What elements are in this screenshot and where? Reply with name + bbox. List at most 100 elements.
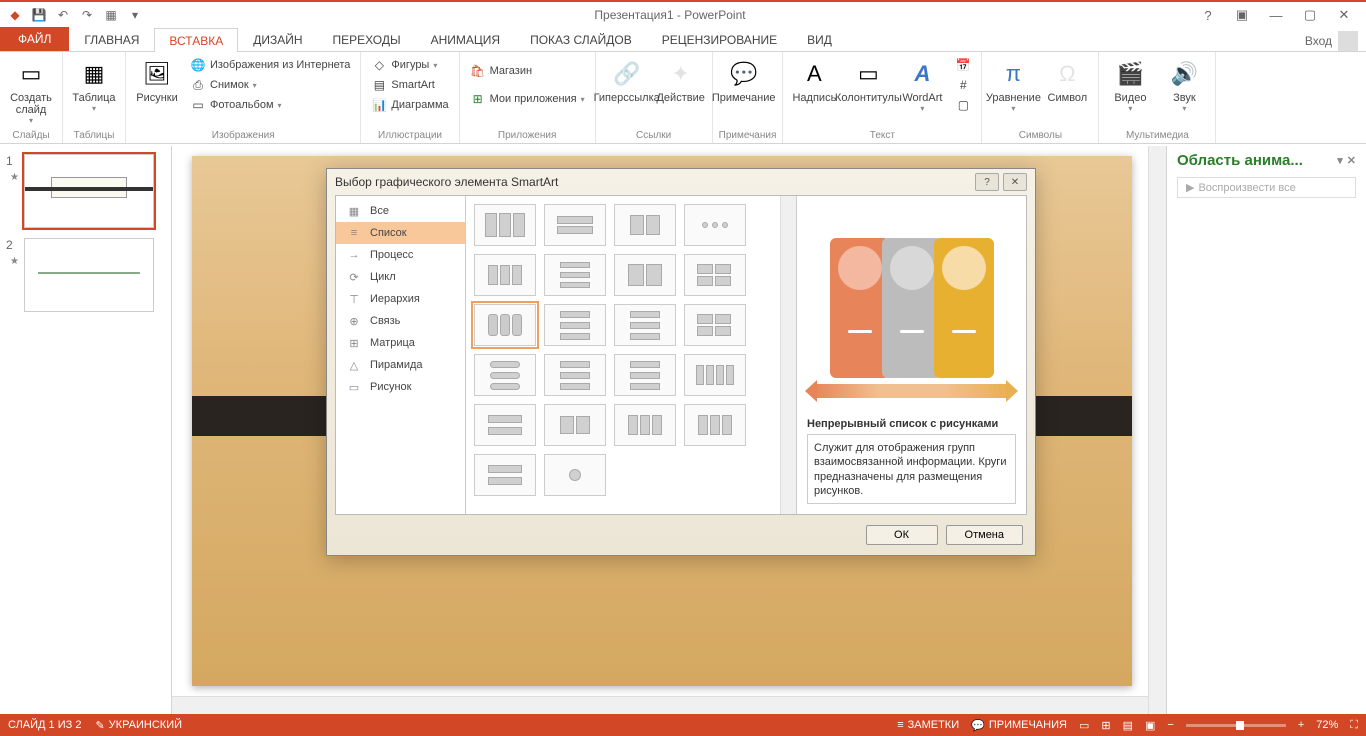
pane-close-icon[interactable]: ✕ <box>1347 154 1356 167</box>
horizontal-scrollbar[interactable] <box>172 696 1148 714</box>
undo-icon[interactable]: ↶ <box>52 4 74 26</box>
qat-customize-icon[interactable]: ▾ <box>124 4 146 26</box>
slide-thumbnail-1[interactable] <box>24 154 154 228</box>
save-icon[interactable]: 💾 <box>28 4 50 26</box>
online-pictures-button[interactable]: 🌐Изображения из Интернета <box>186 56 354 74</box>
comments-button[interactable]: 💬ПРИМЕЧАНИЯ <box>971 719 1067 732</box>
smartart-button[interactable]: ▤SmartArt <box>367 76 452 94</box>
date-button[interactable]: 📅 <box>951 56 975 74</box>
dialog-titlebar[interactable]: Выбор графического элемента SmartArt ? ✕ <box>327 169 1035 195</box>
screenshot-button[interactable]: ⎙Снимок ▾ <box>186 76 354 94</box>
tab-transitions[interactable]: ПЕРЕХОДЫ <box>318 27 416 51</box>
wordart-button[interactable]: A WordArt ▾ <box>897 56 947 115</box>
layout-option[interactable] <box>684 354 746 396</box>
textbox-button[interactable]: A Надпись <box>789 56 839 106</box>
layout-option[interactable] <box>684 254 746 296</box>
category-matrix[interactable]: ⊞Матрица <box>336 332 465 354</box>
slide-number-button[interactable]: # <box>951 76 975 94</box>
fit-to-window-icon[interactable]: ⛶ <box>1350 719 1358 732</box>
category-relationship[interactable]: ⊕Связь <box>336 310 465 332</box>
layout-option[interactable] <box>614 204 676 246</box>
layout-option[interactable] <box>684 404 746 446</box>
thumbnail-row[interactable]: 1 ★ <box>6 154 165 228</box>
tab-design[interactable]: ДИЗАЙН <box>238 27 317 51</box>
layout-option[interactable] <box>614 254 676 296</box>
dialog-close-icon[interactable]: ✕ <box>1003 173 1027 191</box>
slide-counter[interactable]: СЛАЙД 1 ИЗ 2 <box>8 719 81 731</box>
slide-thumbnail-2[interactable] <box>24 238 154 312</box>
layout-option[interactable] <box>544 354 606 396</box>
layout-option[interactable] <box>614 304 676 346</box>
ribbon-options-icon[interactable]: ▣ <box>1228 3 1256 27</box>
comment-button[interactable]: 💬 Примечание <box>719 56 769 106</box>
avatar-icon[interactable] <box>1338 31 1358 51</box>
sorter-view-icon[interactable]: ⊞ <box>1101 719 1110 732</box>
zoom-out-icon[interactable]: − <box>1167 719 1173 731</box>
layout-option[interactable] <box>544 204 606 246</box>
reading-view-icon[interactable]: ▤ <box>1123 719 1133 732</box>
layout-option[interactable] <box>474 204 536 246</box>
category-picture[interactable]: ▭Рисунок <box>336 376 465 398</box>
minimize-icon[interactable]: — <box>1262 3 1290 27</box>
audio-button[interactable]: 🔊 Звук ▾ <box>1159 56 1209 115</box>
layout-option[interactable] <box>614 404 676 446</box>
layout-option-selected[interactable] <box>474 304 536 346</box>
layout-option[interactable] <box>614 354 676 396</box>
tab-animations[interactable]: АНИМАЦИЯ <box>416 27 515 51</box>
redo-icon[interactable]: ↷ <box>76 4 98 26</box>
tab-insert[interactable]: ВСТАВКА <box>154 28 238 52</box>
category-process[interactable]: →Процесс <box>336 244 465 266</box>
photo-album-button[interactable]: ▭Фотоальбом ▾ <box>186 96 354 114</box>
layout-option[interactable] <box>474 254 536 296</box>
layout-option[interactable] <box>474 354 536 396</box>
pictures-button[interactable]: 🖼 Рисунки <box>132 56 182 106</box>
file-tab[interactable]: ФАЙЛ <box>0 27 69 51</box>
tab-home[interactable]: ГЛАВНАЯ <box>69 27 154 51</box>
object-button[interactable]: ▢ <box>951 96 975 114</box>
layout-option[interactable] <box>474 404 536 446</box>
zoom-in-icon[interactable]: + <box>1298 719 1304 731</box>
tab-view[interactable]: ВИД <box>792 27 847 51</box>
equation-button[interactable]: π Уравнение ▾ <box>988 56 1038 115</box>
category-hierarchy[interactable]: ⊤Иерархия <box>336 288 465 310</box>
chart-button[interactable]: 📊Диаграмма <box>367 96 452 114</box>
normal-view-icon[interactable]: ▭ <box>1079 719 1089 732</box>
layout-option[interactable] <box>684 304 746 346</box>
layout-option[interactable] <box>474 454 536 496</box>
shapes-button[interactable]: ◇Фигуры ▾ <box>367 56 452 74</box>
play-all-button[interactable]: ▶ Воспроизвести все <box>1177 177 1356 198</box>
vertical-scrollbar[interactable] <box>1148 146 1166 714</box>
zoom-slider[interactable] <box>1186 724 1286 727</box>
category-pyramid[interactable]: △Пирамида <box>336 354 465 376</box>
notes-button[interactable]: ≡ЗАМЕТКИ <box>897 719 959 731</box>
layout-option[interactable] <box>544 254 606 296</box>
category-cycle[interactable]: ⟳Цикл <box>336 266 465 288</box>
layout-option[interactable] <box>544 454 606 496</box>
my-apps-button[interactable]: ⊞Мои приложения ▾ <box>466 90 589 108</box>
close-icon[interactable]: ✕ <box>1330 3 1358 27</box>
app-icon[interactable]: ◆ <box>4 4 26 26</box>
pane-menu-icon[interactable]: ▾ <box>1337 154 1343 167</box>
tab-slideshow[interactable]: ПОКАЗ СЛАЙДОВ <box>515 27 647 51</box>
layout-option[interactable] <box>684 204 746 246</box>
layout-option[interactable] <box>544 404 606 446</box>
video-button[interactable]: 🎬 Видео ▾ <box>1105 56 1155 115</box>
layout-option[interactable] <box>544 304 606 346</box>
help-icon[interactable]: ? <box>1194 3 1222 27</box>
language-indicator[interactable]: ✎УКРАИНСКИЙ <box>95 719 182 732</box>
dialog-help-icon[interactable]: ? <box>975 173 999 191</box>
category-list-item[interactable]: ≡Список <box>336 222 465 244</box>
zoom-level[interactable]: 72% <box>1316 719 1338 731</box>
table-button[interactable]: ▦ Таблица ▾ <box>69 56 119 115</box>
start-from-beginning-icon[interactable]: ▦ <box>100 4 122 26</box>
store-button[interactable]: 🛍Магазин <box>466 62 589 80</box>
slideshow-view-icon[interactable]: ▣ <box>1145 719 1155 732</box>
ok-button[interactable]: ОК <box>866 525 938 545</box>
maximize-icon[interactable]: ▢ <box>1296 3 1324 27</box>
tab-review[interactable]: РЕЦЕНЗИРОВАНИЕ <box>647 27 792 51</box>
new-slide-button[interactable]: ▭ Создать слайд ▾ <box>6 56 56 127</box>
headerfooter-button[interactable]: ▭ Колонтитулы <box>843 56 893 106</box>
thumbnail-row[interactable]: 2 ★ <box>6 238 165 312</box>
cancel-button[interactable]: Отмена <box>946 525 1023 545</box>
gallery-scrollbar[interactable] <box>780 196 796 514</box>
